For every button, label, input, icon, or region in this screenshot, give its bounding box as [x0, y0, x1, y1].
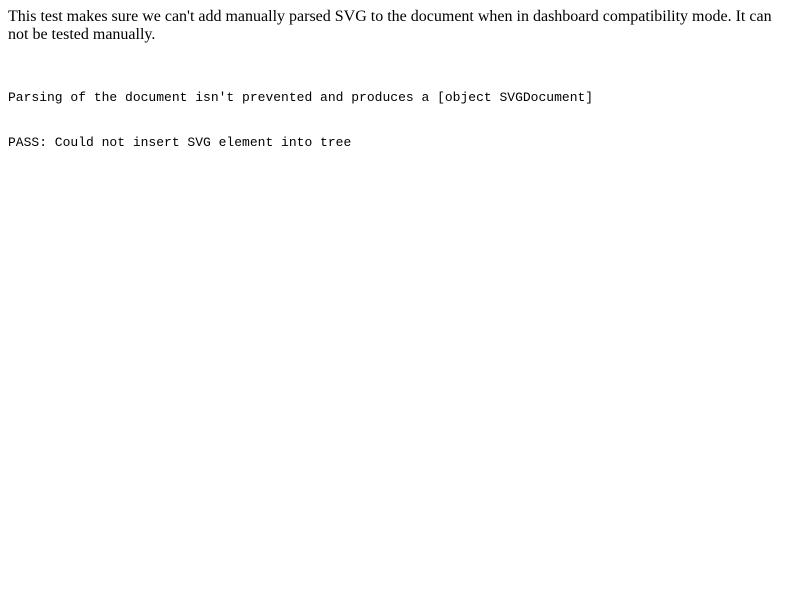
- output-line-parsing: Parsing of the document isn't prevented …: [8, 90, 594, 105]
- test-page: This test makes sure we can't add manual…: [0, 0, 800, 188]
- test-description: This test makes sure we can't add manual…: [8, 8, 772, 43]
- output-line-pass: PASS: Could not insert SVG element into …: [8, 135, 352, 150]
- test-output: Parsing of the document isn't prevented …: [8, 60, 792, 180]
